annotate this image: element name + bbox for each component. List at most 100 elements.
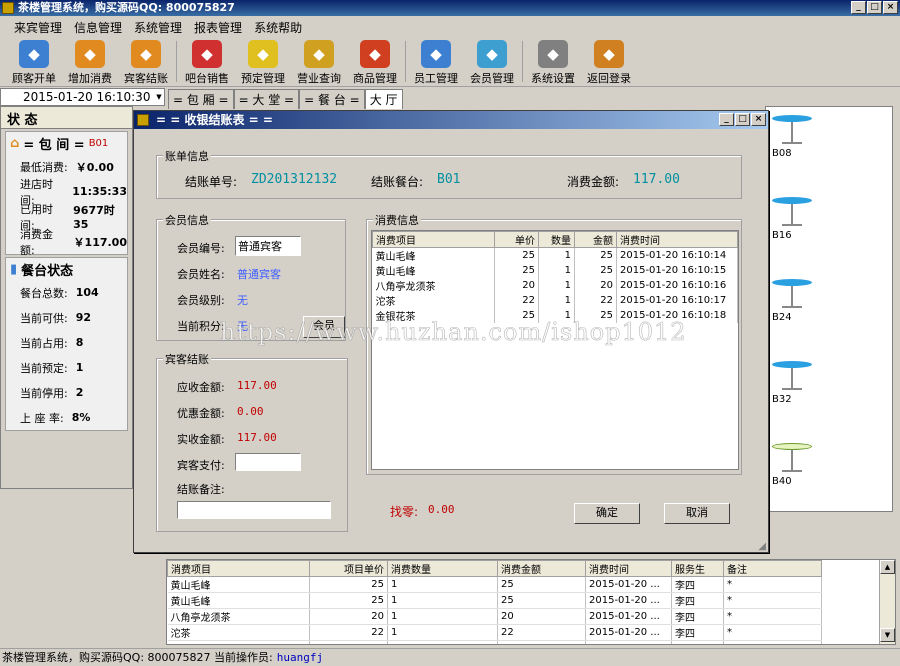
- menu-system[interactable]: 系统管理: [128, 16, 188, 36]
- resize-grip-icon[interactable]: ◢: [758, 541, 766, 552]
- toolbar-button-3[interactable]: ◆ 吧台销售: [179, 37, 235, 87]
- member-info-legend: 会员信息: [163, 212, 211, 228]
- table-row[interactable]: 沱茶 22 1 22 2015-01-20 ... 李四 *: [167, 624, 822, 641]
- column-header[interactable]: 数量: [538, 231, 575, 248]
- table-b40[interactable]: B40: [772, 443, 812, 491]
- staff-manage-icon: ◆: [421, 40, 451, 68]
- table-cell: 八角亭龙须茶: [167, 608, 310, 625]
- tab-hall[interactable]: 大 厅: [364, 89, 403, 109]
- table-cell: 1: [538, 278, 575, 293]
- toolbar-label: 预定管理: [241, 72, 285, 85]
- table-cell: *: [723, 592, 822, 609]
- table-top-icon: [772, 197, 812, 204]
- table-row[interactable]: 沱茶 22 1 22 2015-01-20 16:10:17: [372, 293, 738, 308]
- consumption-grid[interactable]: 消费项目 单价 数量 金额 消费时间 黄山毛峰 25 1 25 2015-01-20 1…: [371, 230, 739, 470]
- table-cell: 25: [309, 592, 388, 609]
- minimize-button[interactable]: _: [851, 1, 866, 14]
- tab-dining-table[interactable]: = 餐 台 =: [299, 89, 365, 109]
- table-cell: 1: [538, 293, 575, 308]
- table-row[interactable]: 金银花茶 25 1 25 2015-01-20 16:10:18: [372, 308, 738, 323]
- toolbar-button-1[interactable]: ◆ 增加消费: [62, 37, 118, 87]
- table-b08[interactable]: B08: [772, 115, 812, 163]
- table-cell: 25: [494, 263, 539, 278]
- dialog-close-button[interactable]: ×: [751, 113, 766, 126]
- table-b16[interactable]: B16: [772, 197, 812, 245]
- toolbar-button-10[interactable]: ◆ 返回登录: [581, 37, 637, 87]
- status-bar: 茶楼管理系统，购买源码QQ: 800075827 当前操作员: huangfj: [0, 648, 900, 665]
- status-row: 当前预定: 1: [20, 361, 84, 375]
- chevron-down-icon[interactable]: ▼: [154, 89, 164, 105]
- member-manage-icon: ◆: [477, 40, 507, 68]
- table-b32[interactable]: B32: [772, 361, 812, 409]
- column-header[interactable]: 消费数量: [387, 560, 498, 577]
- column-header[interactable]: 消费金额: [497, 560, 586, 577]
- column-header[interactable]: 服务生: [671, 560, 724, 577]
- table-row[interactable]: 八角亭龙须茶 20 1 20 2015-01-20 16:10:16: [372, 278, 738, 293]
- column-header[interactable]: 消费时间: [585, 560, 672, 577]
- toolbar-button-8[interactable]: ◆ 会员管理: [464, 37, 520, 87]
- tab-private-room[interactable]: = 包 厢 =: [168, 89, 234, 109]
- confirm-button[interactable]: 确定: [574, 503, 640, 524]
- toolbar-button-4[interactable]: ◆ 预定管理: [235, 37, 291, 87]
- member-no-input[interactable]: [235, 236, 301, 256]
- column-header[interactable]: 金额: [574, 231, 617, 248]
- scroll-up-icon[interactable]: ▲: [880, 560, 895, 574]
- table-row[interactable]: 黄山毛峰 25 1 25 2015-01-20 16:10:15: [372, 263, 738, 278]
- vertical-scrollbar[interactable]: ▲ ▼: [879, 560, 895, 644]
- dialog-maximize-button[interactable]: □: [735, 113, 750, 126]
- column-header[interactable]: 消费时间: [616, 231, 738, 248]
- toolbar-button-5[interactable]: ◆ 营业查询: [291, 37, 347, 87]
- order-items-grid[interactable]: 消费项目 项目单价 消费数量 消费金额 消费时间 服务生 备注 黄山毛峰 25 1 2…: [166, 559, 896, 645]
- column-header[interactable]: 消费项目: [372, 231, 495, 248]
- room-title: = 包 间 =: [23, 137, 85, 153]
- toolbar-button-2[interactable]: ◆ 宾客结账: [118, 37, 174, 87]
- menu-guest[interactable]: 来宾管理: [8, 16, 68, 36]
- toolbar-separator: [405, 41, 406, 82]
- table-row[interactable]: 黄山毛峰 25 1 25 2015-01-20 ... 李四 *: [167, 592, 822, 609]
- tab-lobby[interactable]: = 大 堂 =: [233, 89, 300, 109]
- paid-input[interactable]: [235, 453, 301, 471]
- table-cell: 李四: [671, 576, 724, 593]
- checkout-icon: ◆: [131, 40, 161, 68]
- table-row[interactable]: 黄山毛峰 25 1 25 2015-01-20 16:10:14: [372, 247, 738, 263]
- column-header[interactable]: 消费项目: [167, 560, 310, 577]
- room-status-section: ⌂ = 包 间 = B01 最低消费: ￥0.00 进店时间: 11:35:33 已…: [5, 131, 128, 257]
- table-top-icon: [772, 361, 812, 368]
- menu-info[interactable]: 信息管理: [68, 16, 128, 36]
- dialog-minimize-button[interactable]: _: [719, 113, 734, 126]
- due-label: 应收金额:: [177, 381, 225, 394]
- maximize-button[interactable]: □: [867, 1, 882, 14]
- column-header[interactable]: 项目单价: [309, 560, 388, 577]
- toolbar-button-9[interactable]: ◆ 系统设置: [525, 37, 581, 87]
- menu-report[interactable]: 报表管理: [188, 16, 248, 36]
- checkout-table-value: B01: [437, 172, 461, 187]
- table-row[interactable]: 黄山毛峰 25 1 25 2015-01-20 ... 李四 *: [167, 576, 822, 593]
- scroll-down-icon[interactable]: ▼: [880, 628, 895, 642]
- column-header[interactable]: 备注: [723, 560, 822, 577]
- toolbar-button-6[interactable]: ◆ 商品管理: [347, 37, 403, 87]
- table-b24[interactable]: B24: [772, 279, 812, 327]
- toolbar-label: 增加消费: [68, 72, 112, 85]
- consumption-info-section: 消费信息 消费项目 单价 数量 金额 消费时间 黄山毛峰 25 1 25 2015-01…: [366, 212, 742, 475]
- dialog-titlebar: = = 收银结账表 = = _ □ ×: [134, 111, 768, 129]
- home-icon: ⌂: [10, 135, 20, 151]
- table-cell: 2015-01-20 ...: [585, 608, 672, 625]
- toolbar-button-7[interactable]: ◆ 员工管理: [408, 37, 464, 87]
- bill-info-section: 账单信息 结账单号: ZD201312132 结账餐台: B01 消费金额: 1…: [156, 148, 742, 199]
- table-cell: 25: [309, 640, 388, 644]
- table-cell: 2015-01-20 16:10:14: [616, 247, 738, 263]
- menu-help[interactable]: 系统帮助: [248, 16, 308, 36]
- column-header[interactable]: 单价: [494, 231, 539, 248]
- table-cell: 25: [309, 576, 388, 593]
- exit-icon: ◆: [594, 40, 624, 68]
- table-row[interactable]: 八角亭龙须茶 20 1 20 2015-01-20 ... 李四 *: [167, 608, 822, 625]
- remark-input[interactable]: [177, 501, 331, 519]
- member-button[interactable]: 会员: [303, 316, 345, 338]
- cancel-button[interactable]: 取消: [664, 503, 730, 524]
- remark-label: 结账备注:: [177, 483, 225, 496]
- table-row[interactable]: 金银花茶251252015-01-20 ...李四*: [167, 640, 822, 644]
- table-cell: 李四: [671, 624, 724, 641]
- toolbar-button-0[interactable]: ◆ 顾客开单: [6, 37, 62, 87]
- close-button[interactable]: ×: [883, 1, 898, 14]
- toolbar-label: 顾客开单: [12, 72, 56, 85]
